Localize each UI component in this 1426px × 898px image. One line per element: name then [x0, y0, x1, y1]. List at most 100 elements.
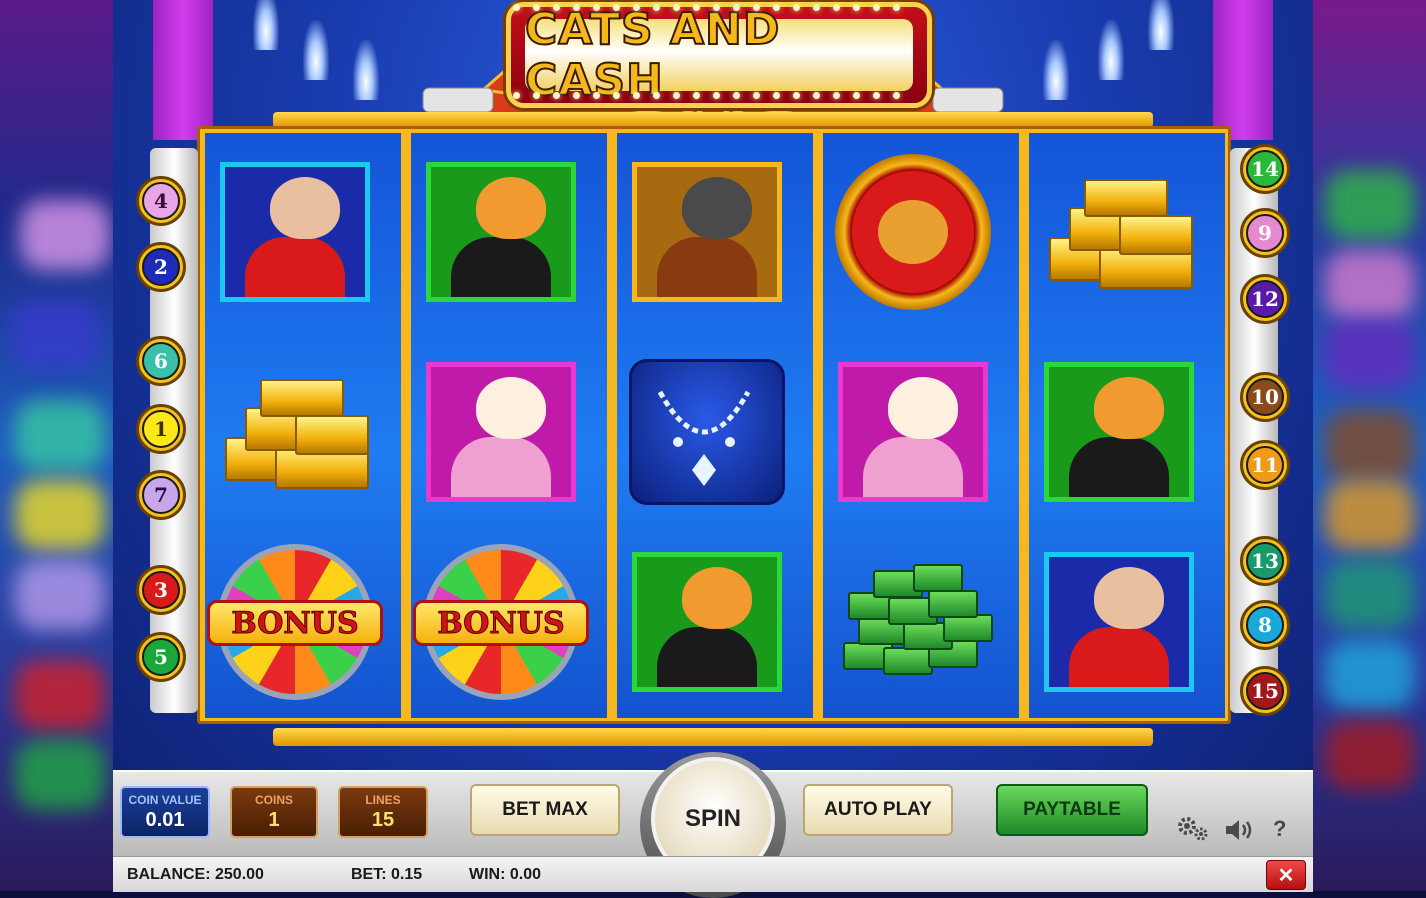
status-bar: BALANCE: 250.00 BET: 0.15 WIN: 0.00 [113, 856, 1313, 892]
reel-1-row-1 [205, 142, 385, 322]
reel-2-row-2 [411, 342, 591, 522]
blur-blob [1325, 480, 1415, 550]
payline-number: 12 [1246, 280, 1284, 318]
payline-number: 15 [1246, 672, 1284, 710]
marquee-bulb [533, 92, 540, 99]
gold-bar [1119, 215, 1193, 255]
marquee-bulb [813, 92, 820, 99]
payline-number: 14 [1246, 150, 1284, 188]
tiger-cat-tile [426, 162, 576, 302]
payline-badge-8: 8 [1240, 600, 1290, 650]
cat-lady-red-body [1069, 627, 1169, 687]
marquee-bulb [773, 4, 780, 11]
lines-box[interactable]: LINES 15 [338, 786, 428, 838]
tiger-cat-body [1069, 437, 1169, 497]
bonus-wheel-symbol: BONUS [413, 544, 589, 700]
marquee-bulb [673, 4, 680, 11]
cat-lady-red-tile [220, 162, 370, 302]
paytable-button[interactable]: PAYTABLE [996, 784, 1148, 836]
payline-number: 5 [142, 638, 180, 676]
cat-lady-red-tile [1044, 552, 1194, 692]
auto-play-button[interactable]: AUTO PLAY [803, 784, 953, 836]
marquee-bulb [773, 92, 780, 99]
lines-label: LINES [365, 793, 401, 807]
reel-3-row-2 [617, 342, 797, 522]
coins-box[interactable]: COINS 1 [230, 786, 318, 838]
reel-4-row-2 [823, 342, 1003, 522]
cat-lady-red-head [1094, 567, 1164, 629]
reel-3-row-1 [617, 142, 797, 322]
marquee-bulb [893, 92, 900, 99]
marquee-bulb [533, 4, 540, 11]
reel-5-row-1 [1029, 142, 1209, 322]
spotlight [353, 40, 379, 100]
payline-badge-10: 10 [1240, 372, 1290, 422]
marquee-bulb [693, 4, 700, 11]
cat-lady-red-body [245, 237, 345, 297]
singer-cat-symbol [835, 154, 991, 310]
cash-stack-symbol [833, 552, 993, 692]
close-icon[interactable]: ✕ [1266, 860, 1306, 890]
tiger-cat-head [476, 177, 546, 239]
blur-blob [20, 200, 110, 270]
blur-blob [1325, 560, 1415, 630]
sound-icon[interactable] [1224, 818, 1258, 848]
tiger-cat-tile [1044, 362, 1194, 502]
marquee-bulb [733, 92, 740, 99]
gold-bar [1084, 179, 1168, 217]
tiger-cat-body [451, 237, 551, 297]
coins-label: COINS [254, 793, 293, 807]
spotlight [303, 20, 329, 80]
reel-4-row-3 [823, 532, 1003, 712]
payline-badge-6: 6 [136, 336, 186, 386]
lines-value: 15 [371, 809, 395, 831]
reel-1-row-2 [205, 342, 385, 522]
stage-light-bar [1213, 0, 1273, 140]
blur-blob [1325, 170, 1415, 240]
payline-badge-11: 11 [1240, 440, 1290, 490]
payline-number: 8 [1246, 606, 1284, 644]
win-text: WIN: 0.00 [469, 866, 542, 883]
payline-number: 6 [142, 342, 180, 380]
blur-blob [15, 480, 105, 550]
marquee-bulb [793, 92, 800, 99]
cash-bundle [913, 564, 963, 592]
coin-value-box[interactable]: COIN VALUE 0.01 [120, 786, 210, 838]
marquee-bulb [833, 92, 840, 99]
marquee-bulb [833, 4, 840, 11]
spotlight [1148, 0, 1174, 50]
payline-badge-2: 2 [136, 242, 186, 292]
balance-text: BALANCE: 250.00 [127, 866, 264, 883]
gold-bar [260, 379, 344, 417]
payline-badge-12: 12 [1240, 274, 1290, 324]
bet-max-button[interactable]: BET MAX [470, 784, 620, 836]
payline-badge-7: 7 [136, 470, 186, 520]
marquee-bulb [653, 92, 660, 99]
tiger-cat-tile [632, 552, 782, 692]
coin-value: 0.01 [145, 809, 185, 831]
gangster-cat-body [657, 237, 757, 297]
marquee-bulb [633, 92, 640, 99]
reel-1-row-3: BONUS [205, 532, 385, 712]
game-title: CATS AND CASH [524, 3, 781, 107]
cash-bundle [928, 590, 978, 618]
blur-blob [15, 740, 105, 810]
payline-number: 3 [142, 571, 180, 609]
blur-blob [15, 560, 105, 630]
marquee-bulb [853, 4, 860, 11]
blur-blob [15, 400, 105, 470]
marquee-bulb [553, 92, 560, 99]
marquee-bulb [893, 4, 900, 11]
blur-blob [1325, 720, 1415, 790]
payline-number: 11 [1246, 446, 1284, 484]
payline-badge-5: 5 [136, 632, 186, 682]
help-icon[interactable]: ? [1273, 816, 1286, 842]
tiger-cat-head [1094, 377, 1164, 439]
marquee-bulb [793, 4, 800, 11]
diamond-necklace-symbol [629, 359, 785, 505]
settings-gears-icon[interactable] [1176, 814, 1210, 848]
payline-number: 10 [1246, 378, 1284, 416]
singer-cat-head [878, 200, 948, 264]
bonus-label: BONUS [413, 600, 589, 646]
payline-number: 1 [142, 410, 180, 448]
